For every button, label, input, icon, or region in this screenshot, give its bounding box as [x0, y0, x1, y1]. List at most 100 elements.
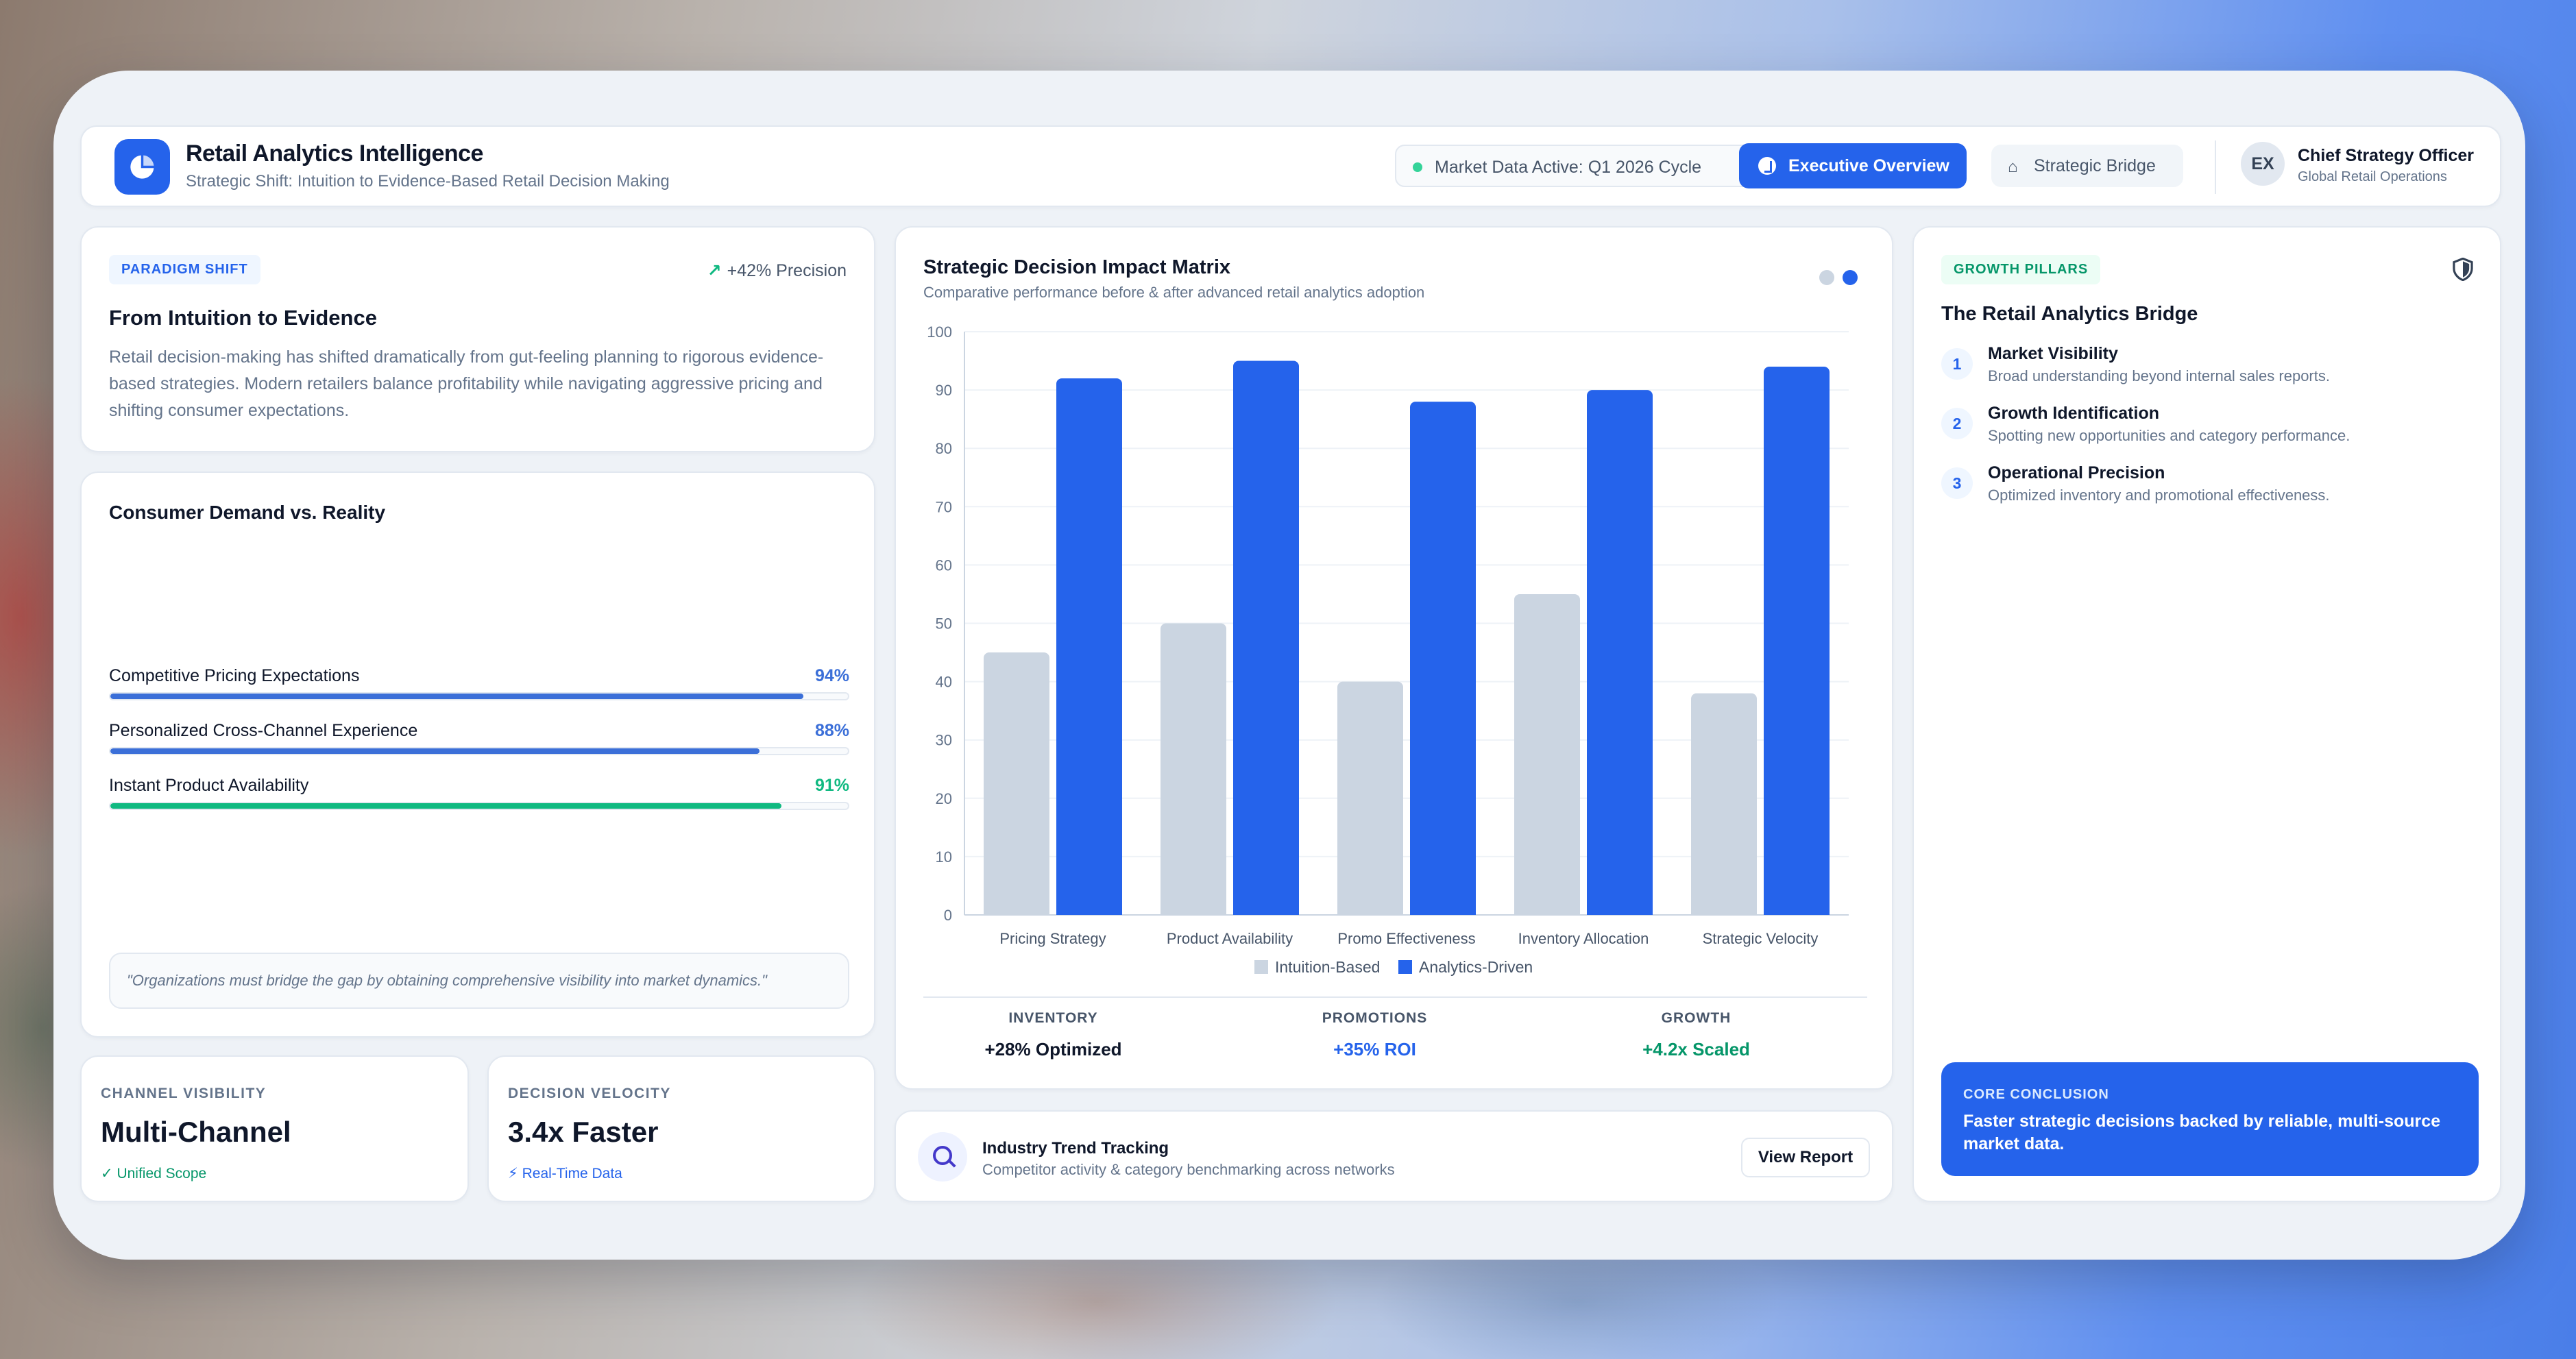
- demand-quote: "Organizations must bridge the gap by ob…: [109, 953, 849, 1009]
- stat-value: 3.4x Faster: [508, 1116, 659, 1148]
- paradigm-shift-card: PARADIGM SHIFT ↗ +42% Precision From Intu…: [80, 226, 875, 452]
- demand-fill: [110, 803, 782, 809]
- app-subtitle: Strategic Shift: Intuition to Evidence-B…: [186, 172, 670, 191]
- kpi-inventory: INVENTORY +28% Optimized: [896, 1010, 1211, 1060]
- y-tick-label: 90: [936, 382, 952, 399]
- consumer-demand-card: Consumer Demand vs. Reality Competitive …: [80, 472, 875, 1038]
- x-tick-label: Pricing Strategy: [999, 930, 1106, 947]
- chart-title: Strategic Decision Impact Matrix: [923, 256, 1231, 278]
- app-title: Retail Analytics Intelligence: [186, 140, 483, 167]
- pie-chart-icon: [130, 155, 154, 179]
- bar-analytics: [1056, 378, 1122, 915]
- stat-value: Multi-Channel: [101, 1116, 291, 1148]
- conclusion-text: Faster strategic decisions backed by rel…: [1963, 1112, 2441, 1153]
- bridge-icon: ⌂: [2008, 158, 2018, 176]
- paradigm-badge: PARADIGM SHIFT: [109, 255, 260, 284]
- stat-note-text: Real-Time Data: [522, 1166, 622, 1182]
- pillar-number: 2: [1941, 408, 1973, 439]
- bar-analytics: [1764, 367, 1830, 915]
- tab-strategic-bridge[interactable]: ⌂ Strategic Bridge: [1991, 145, 2183, 187]
- demand-percent: 94%: [814, 666, 849, 685]
- bar-base: [1764, 909, 1830, 915]
- legend-swatch: [1398, 960, 1412, 974]
- tab-executive-overview[interactable]: Executive Overview: [1739, 143, 1967, 188]
- x-tick-label: Product Availability: [1167, 930, 1293, 947]
- x-tick-label: Promo Effectiveness: [1337, 930, 1475, 947]
- demand-label: Personalized Cross-Channel Experience: [109, 721, 418, 740]
- bar-analytics: [1587, 390, 1653, 915]
- view-toggle: [1811, 270, 1858, 289]
- y-tick-label: 10: [936, 848, 952, 866]
- legend-label: Analytics-Driven: [1419, 958, 1533, 976]
- bar-chart: 0 10 20 30 40 50 60 70 80 90 100 Pricing Strategy Pr…: [927, 323, 1849, 976]
- kpi-label: INVENTORY: [1008, 1010, 1098, 1026]
- demand-fill: [110, 694, 804, 699]
- demand-track: [109, 802, 849, 810]
- pillar-number: 3: [1941, 467, 1973, 499]
- decision-velocity-card: DECISION VELOCITY 3.4x Faster ⚡ Real-Tim…: [487, 1055, 875, 1202]
- demand-label: Competitive Pricing Expectations: [109, 666, 360, 685]
- bar-base: [1056, 909, 1122, 915]
- bar-base: [1410, 909, 1476, 915]
- x-tick-label: Strategic Velocity: [1703, 930, 1819, 947]
- market-status-text: Market Data Active: Q1 2026 Cycle: [1435, 158, 1702, 177]
- kpi-promotions: PROMOTIONS +35% ROI: [1217, 1010, 1532, 1060]
- view-report-button[interactable]: View Report: [1741, 1138, 1870, 1177]
- demand-label: Instant Product Availability: [109, 776, 309, 795]
- bar-analytics: [1233, 360, 1299, 915]
- precision-metric: ↗ +42% Precision: [707, 260, 847, 281]
- bar-base: [1691, 909, 1757, 915]
- check-icon: ✓: [101, 1166, 113, 1182]
- header-divider: [2215, 140, 2216, 194]
- avatar[interactable]: EX: [2241, 142, 2285, 186]
- core-conclusion-box: CORE CONCLUSION Faster strategic decisio…: [1941, 1062, 2479, 1176]
- trend-tracking-card: Industry Trend Tracking Competitor activ…: [895, 1110, 1893, 1202]
- kpi-growth: GROWTH +4.2x Scaled: [1539, 1010, 1854, 1060]
- bar-intuition: [1514, 593, 1580, 915]
- demand-fill: [110, 748, 760, 754]
- pillar-title: Market Visibility: [1988, 344, 2118, 363]
- pillar-desc: Spotting new opportunities and category …: [1988, 427, 2350, 444]
- stat-kicker: DECISION VELOCITY: [508, 1086, 671, 1101]
- demand-percent: 91%: [814, 776, 849, 795]
- bar-intuition: [984, 652, 1049, 915]
- bar-base: [1161, 909, 1226, 915]
- stat-kicker: CHANNEL VISIBILITY: [101, 1086, 267, 1101]
- bar-intuition: [1691, 693, 1757, 915]
- pillar-title: Operational Precision: [1988, 463, 2165, 482]
- kpi-value: +4.2x Scaled: [1642, 1039, 1750, 1060]
- tab-strategic-bridge-label: Strategic Bridge: [2034, 156, 2156, 175]
- kpi-value: +35% ROI: [1333, 1039, 1416, 1060]
- demand-track: [109, 692, 849, 700]
- bar-base: [1587, 909, 1653, 915]
- bar-base: [1233, 909, 1299, 915]
- user-role: Chief Strategy Officer: [2298, 146, 2475, 165]
- y-tick-label: 50: [936, 615, 952, 633]
- lightning-icon: ⚡: [508, 1166, 518, 1182]
- pillar-desc: Optimized inventory and promotional effe…: [1988, 487, 2330, 504]
- trend-subtitle: Competitor activity & category benchmark…: [982, 1161, 1395, 1178]
- x-tick-label: Inventory Allocation: [1518, 930, 1649, 947]
- y-tick-label: 30: [936, 732, 952, 749]
- stat-note-text: Unified Scope: [117, 1166, 207, 1182]
- demand-track: [109, 747, 849, 755]
- pillars-title: The Retail Analytics Bridge: [1941, 303, 2198, 325]
- y-tick-label: 70: [936, 498, 952, 515]
- bar-analytics: [1410, 402, 1476, 915]
- growth-pillars-card: GROWTH PILLARS The Retail Analytics Brid…: [1912, 226, 2501, 1202]
- kpi-label: PROMOTIONS: [1322, 1010, 1428, 1026]
- bar-base: [1514, 909, 1580, 915]
- toggle-dot-inactive[interactable]: [1819, 270, 1834, 285]
- demand-title: Consumer Demand vs. Reality: [109, 502, 386, 523]
- chart-subtitle: Comparative performance before & after a…: [923, 284, 1425, 301]
- paradigm-title: From Intuition to Evidence: [109, 306, 377, 330]
- toggle-dot-active[interactable]: [1843, 270, 1858, 285]
- user-org: Global Retail Operations: [2298, 169, 2447, 184]
- y-tick-label: 60: [936, 556, 952, 574]
- shield-icon: [2453, 258, 2473, 281]
- legend-swatch: [1254, 960, 1268, 974]
- tab-executive-overview-label: Executive Overview: [1788, 156, 1949, 175]
- search-analytics-icon: [918, 1132, 967, 1182]
- stat-note: ✓ Unified Scope: [101, 1165, 206, 1182]
- precision-metric-text: +42% Precision: [727, 261, 847, 280]
